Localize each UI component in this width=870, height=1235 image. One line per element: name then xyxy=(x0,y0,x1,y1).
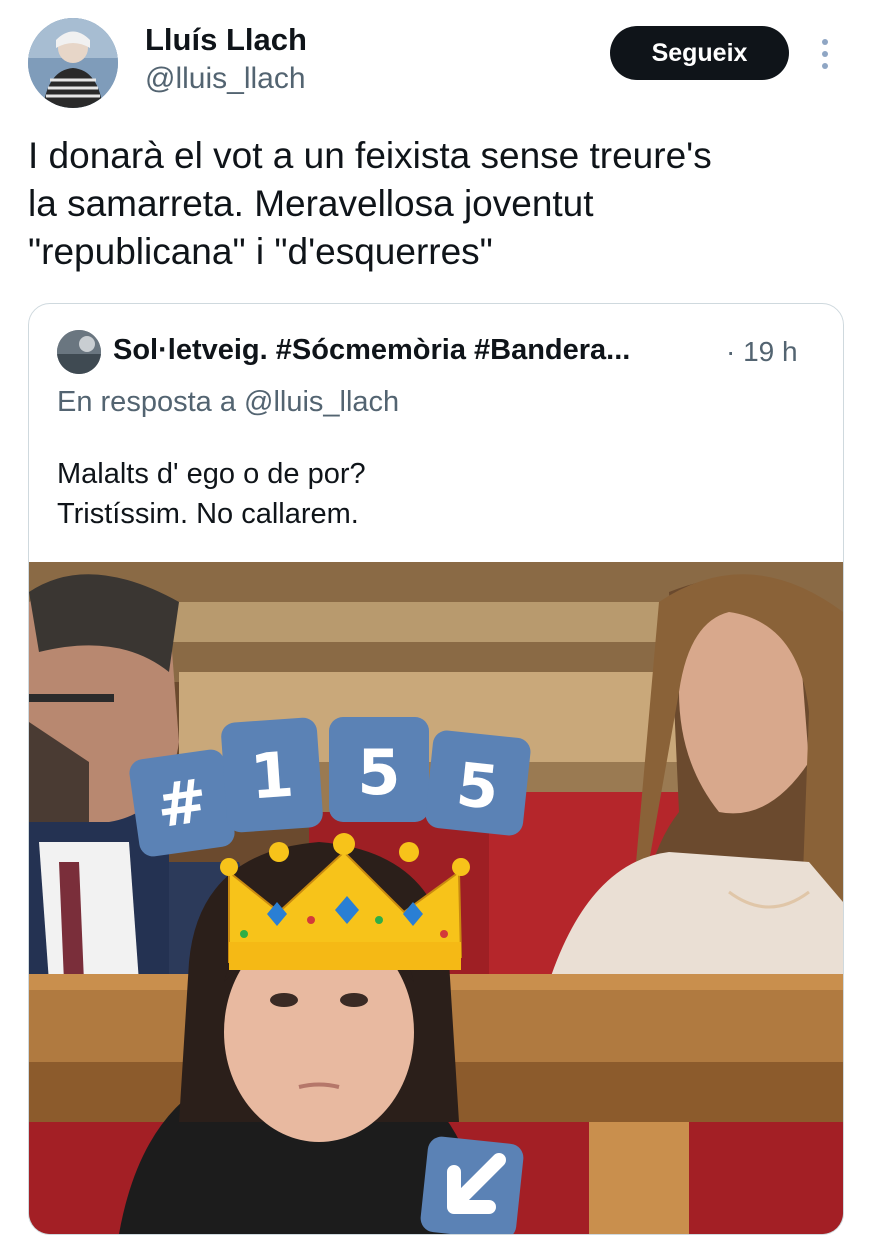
badge-5-second: 5 xyxy=(453,750,502,824)
author-avatar[interactable] xyxy=(28,18,118,108)
parliament-photo: # 1 5 5 xyxy=(29,562,843,1234)
quoted-author-name[interactable]: Sol·letveig. #Sócmemòria #Bandera... xyxy=(113,334,630,367)
badge-1: 1 xyxy=(248,738,296,814)
quoted-tweet-card[interactable]: Sol·letveig. #Sócmemòria #Bandera... · 1… xyxy=(28,303,844,1235)
badge-5-first: 5 xyxy=(357,736,400,809)
badge-hash: # xyxy=(152,766,212,842)
arrow-down-left-icon xyxy=(420,1136,524,1234)
quoted-tweet-image[interactable]: # 1 5 5 xyxy=(29,562,843,1234)
author-name[interactable]: Lluís Llach xyxy=(145,22,307,58)
tweet-text: I donarà el vot a un feixista sense treu… xyxy=(28,135,712,272)
quoted-tweet-text: Malalts d' ego o de por? Tristíssim. No … xyxy=(57,458,366,530)
avatar-image xyxy=(28,18,118,108)
author-handle[interactable]: @lluis_llach xyxy=(145,62,306,96)
more-options-icon[interactable] xyxy=(815,36,835,72)
quoted-timestamp[interactable]: · 19 h xyxy=(726,336,798,368)
reply-to-label: En resposta a @lluis_llach xyxy=(57,386,400,418)
quoted-author-avatar[interactable] xyxy=(57,330,101,374)
follow-button[interactable]: Segueix xyxy=(610,26,789,80)
